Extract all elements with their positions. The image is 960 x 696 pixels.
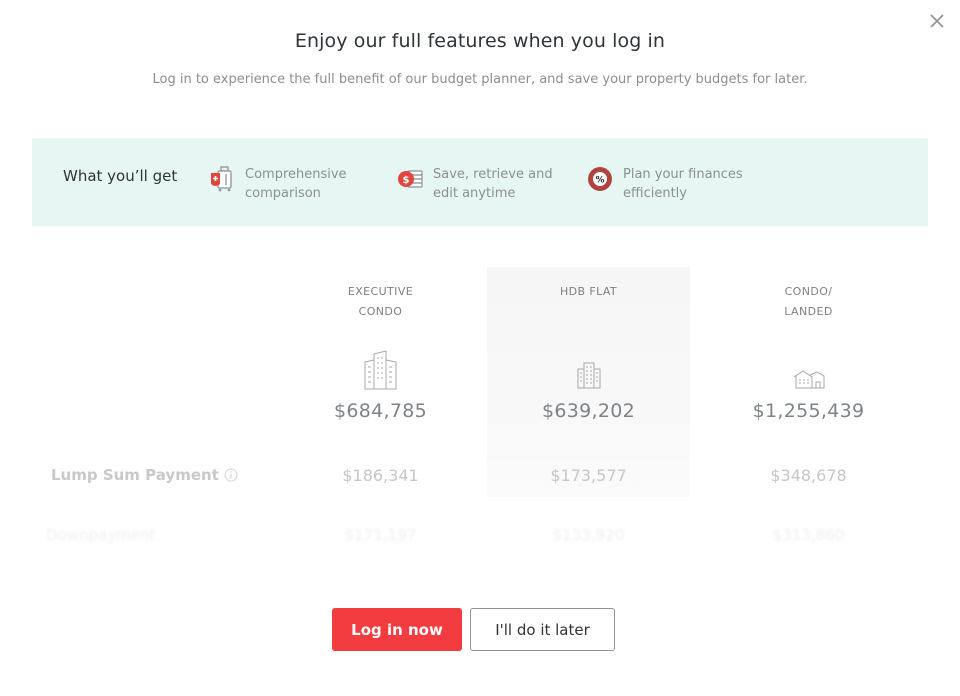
modal-title: Enjoy our full features when you log in	[294, 30, 666, 52]
feature-save-retrieve: $ Save, retrieve and edit anytime	[396, 165, 563, 203]
column-hdb-flat: HDB FLAT $639,202	[487, 282, 690, 422]
column-price: $1,255,439	[752, 400, 865, 422]
row-value: $173,577	[550, 466, 627, 485]
percent-badge-icon: %	[586, 165, 614, 193]
login-prompt-modal: Enjoy our full features when you log in …	[0, 0, 960, 696]
row-label: Downpayment	[46, 526, 156, 544]
feature-plan-finances: % Plan your finances efficiently	[586, 165, 753, 203]
close-button[interactable]	[926, 10, 948, 32]
modal-actions: Log in now I'll do it later	[0, 608, 960, 651]
house-icon	[707, 340, 910, 390]
info-icon[interactable]	[224, 468, 238, 482]
column-price: $684,785	[333, 400, 428, 422]
feature-text-line1: Plan your finances	[623, 167, 743, 182]
do-it-later-button[interactable]: I'll do it later	[470, 608, 615, 651]
feature-text-line1: Save, retrieve and	[433, 167, 553, 182]
feature-text-line2: comparison	[245, 186, 321, 201]
feature-text-line2: efficiently	[623, 186, 687, 201]
row-value: $186,341	[342, 466, 419, 485]
column-condo-landed: CONDO/ LANDED $1,255,439	[707, 282, 910, 422]
feature-comparison: Comprehensive comparison	[208, 165, 375, 203]
row-value: $171,197	[344, 526, 417, 544]
coin-stack-icon: $	[396, 165, 424, 193]
apartment-building-icon	[487, 340, 690, 390]
modal-subtitle: Log in to experience the full benefit of…	[152, 72, 808, 87]
log-in-now-button[interactable]: Log in now	[332, 608, 462, 651]
row-label: Lump Sum Payment	[51, 466, 219, 484]
feature-text-line1: Comprehensive	[245, 167, 347, 182]
tall-buildings-icon	[279, 340, 482, 390]
banner-heading: What you’ll get	[63, 167, 178, 185]
column-name-line1: HDB FLAT	[559, 285, 618, 298]
row-value: $313,860	[772, 526, 845, 544]
column-price: $639,202	[541, 400, 636, 422]
svg-text:$: $	[403, 175, 410, 186]
column-name-line2: CONDO	[358, 305, 403, 318]
row-value: $133,920	[552, 526, 625, 544]
svg-text:%: %	[595, 176, 604, 186]
close-icon	[930, 14, 944, 28]
feature-text-line2: edit anytime	[433, 186, 516, 201]
column-executive-condo: EXECUTIVE CONDO $684,785	[279, 282, 482, 422]
luggage-icon	[208, 165, 236, 193]
column-name-line1: EXECUTIVE	[347, 285, 414, 298]
column-name-line1: CONDO/	[784, 285, 833, 298]
column-name-line2: LANDED	[784, 305, 833, 318]
features-banner: What you’ll get Comprehensive comparison	[32, 138, 928, 226]
row-value: $348,678	[770, 466, 847, 485]
